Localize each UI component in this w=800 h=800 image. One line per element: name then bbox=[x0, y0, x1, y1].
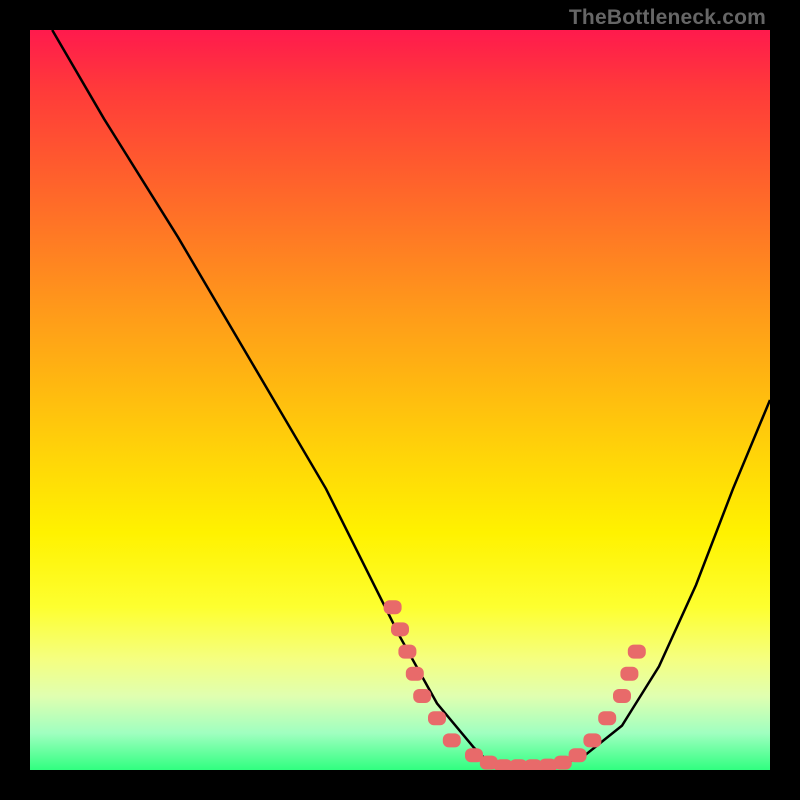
scatter-point bbox=[620, 667, 638, 681]
scatter-point bbox=[613, 689, 631, 703]
chart-container: TheBottleneck.com bbox=[0, 0, 800, 800]
scatter-point bbox=[628, 645, 646, 659]
scatter-markers bbox=[384, 600, 646, 770]
scatter-point bbox=[406, 667, 424, 681]
scatter-point bbox=[569, 748, 587, 762]
watermark-text: TheBottleneck.com bbox=[569, 6, 766, 30]
bottleneck-curve bbox=[52, 30, 770, 770]
scatter-point bbox=[583, 733, 601, 747]
scatter-point bbox=[398, 645, 416, 659]
scatter-point bbox=[413, 689, 431, 703]
chart-svg bbox=[30, 30, 770, 770]
scatter-point bbox=[428, 711, 446, 725]
plot-area bbox=[30, 30, 770, 770]
scatter-point bbox=[443, 733, 461, 747]
scatter-point bbox=[384, 600, 402, 614]
scatter-point bbox=[391, 622, 409, 636]
scatter-point bbox=[598, 711, 616, 725]
